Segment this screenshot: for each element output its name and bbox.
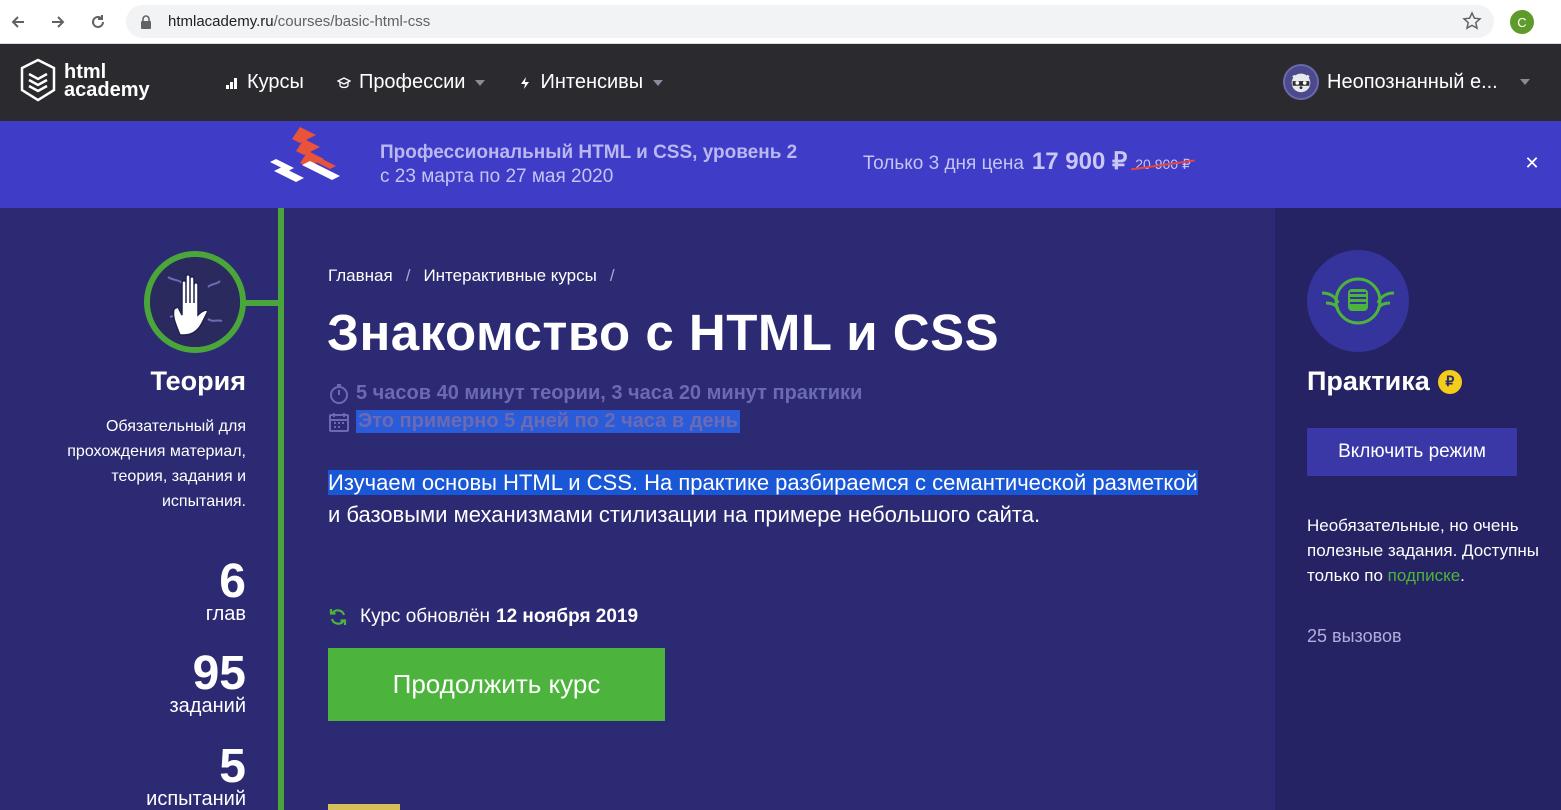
partial-element (328, 804, 400, 810)
site-header: html academy Курсы Профессии Интенсивы Н… (0, 44, 1561, 121)
practice-description: Необязательные, но очень полезные задани… (1307, 513, 1547, 588)
raccoon-avatar-icon (1283, 64, 1319, 100)
stopwatch-icon (330, 383, 348, 404)
stat-number: 95 (192, 647, 246, 700)
description-line-2: и базовыми механизмами стилизации на при… (328, 502, 1041, 527)
url-domain: htmlacademy.ru (168, 13, 274, 30)
theory-hand-badge-icon (144, 251, 246, 353)
browser-profile-avatar[interactable]: C (1510, 10, 1534, 34)
promo-price-new: 17 900 ₽ (1031, 148, 1128, 175)
address-bar[interactable]: htmlacademy.ru/courses/basic-html-css (126, 5, 1494, 38)
nav-item-label: Профессии (358, 71, 466, 93)
duration-text: 5 часов 40 минут теории, 3 часа 20 минут… (356, 382, 863, 404)
browser-toolbar: htmlacademy.ru/courses/basic-html-css C (0, 0, 1561, 44)
breadcrumb-separator: / (405, 266, 411, 285)
user-menu[interactable]: Неопознанный е... (1283, 64, 1530, 100)
lock-icon (141, 14, 151, 29)
logo-line-2: academy (64, 79, 150, 101)
stat-label: заданий (169, 695, 246, 717)
bar-chart-icon (225, 76, 239, 90)
breadcrumb-courses[interactable]: Интерактивные курсы (423, 266, 596, 286)
nav-item-label: Курсы (247, 71, 304, 93)
practice-title-text: Практика (1307, 366, 1430, 396)
lightning-icon (518, 76, 532, 90)
course-schedule: Это примерно 5 дней по 2 часа в день (328, 410, 740, 433)
stat-tasks: 95 заданий (169, 647, 246, 717)
schedule-text: Это примерно 5 дней по 2 часа в день (356, 410, 740, 433)
ruble-coin-icon: ₽ (1437, 369, 1462, 394)
continue-course-button[interactable]: Продолжить курс (328, 648, 665, 721)
nav-item-professions[interactable]: Профессии (336, 71, 486, 94)
stat-number: 6 (219, 555, 246, 608)
promo-price: Только 3 дня цена 17 900 ₽ 20 900 ₽ (863, 147, 1191, 176)
updated-date: 12 ноября 2019 (496, 606, 639, 627)
course-duration: 5 часов 40 минут теории, 3 часа 20 минут… (328, 382, 862, 405)
practice-desc-end: . (1460, 566, 1465, 585)
enable-practice-button[interactable]: Включить режим (1307, 428, 1517, 476)
promo-title: Профессиональный HTML и CSS, уровень 2 (380, 142, 798, 163)
nav-item-label: Интенсивы (540, 71, 644, 93)
practice-challenges-count: 25 вызовов (1307, 626, 1402, 646)
course-updated: Курс обновлён 12 ноября 2019 (328, 606, 638, 628)
refresh-icon (329, 609, 347, 625)
forward-arrow-icon[interactable] (40, 4, 76, 40)
main-nav: Курсы Профессии Интенсивы (225, 44, 696, 121)
subscription-link[interactable]: подписке (1388, 566, 1461, 585)
practice-title: Практика ₽ (1307, 366, 1462, 397)
stat-label: глав (205, 603, 246, 625)
breadcrumb: Главная / Интерактивные курсы / (328, 266, 628, 286)
promo-price-prefix: Только 3 дня цена (863, 153, 1024, 174)
nav-item-intensives[interactable]: Интенсивы (518, 71, 664, 94)
progress-connector (240, 300, 280, 306)
stat-chapters: 6 глав (205, 555, 246, 625)
breadcrumb-home[interactable]: Главная (328, 266, 393, 286)
graduation-cap-icon (336, 76, 351, 90)
chevron-down-icon (475, 79, 486, 86)
bookmark-star-icon[interactable] (1462, 11, 1482, 31)
chevron-down-icon (653, 79, 664, 86)
html-academy-logo-icon (20, 58, 56, 102)
user-name: Неопознанный е... (1327, 70, 1498, 93)
stat-trials: 5 испытаний (146, 740, 246, 810)
promo-dates: с 23 марта по 27 мая 2020 (380, 166, 614, 187)
theory-description: Обязательный для прохождения материал, т… (67, 418, 246, 510)
back-arrow-icon[interactable] (0, 4, 36, 40)
theory-title: Теория (150, 366, 246, 396)
course-description: Изучаем основы HTML и CSS. На практике р… (328, 467, 1238, 531)
promo-banner[interactable]: Профессиональный HTML и CSS, уровень 2 с… (0, 121, 1561, 208)
stat-number: 5 (219, 740, 246, 793)
close-icon[interactable]: ✕ (1522, 153, 1542, 174)
page-title: Знакомство с HTML и CSS (327, 304, 1000, 361)
description-line-1: Изучаем основы HTML и CSS. На практике р… (328, 470, 1198, 495)
site-logo[interactable]: html academy (20, 58, 150, 104)
stat-label: испытаний (146, 788, 246, 810)
calendar-icon (329, 412, 349, 432)
breadcrumb-separator: / (609, 266, 615, 285)
url-path: /courses/basic-html-css (273, 13, 431, 30)
promo-price-old: 20 900 ₽ (1135, 156, 1191, 172)
updated-prefix: Курс обновлён (360, 606, 491, 627)
nav-item-courses[interactable]: Курсы (225, 71, 304, 94)
reload-icon[interactable] (80, 4, 116, 40)
winged-fist-icon (1307, 250, 1409, 352)
promo-course-logo-icon (270, 127, 340, 182)
chevron-down-icon (1519, 79, 1530, 85)
